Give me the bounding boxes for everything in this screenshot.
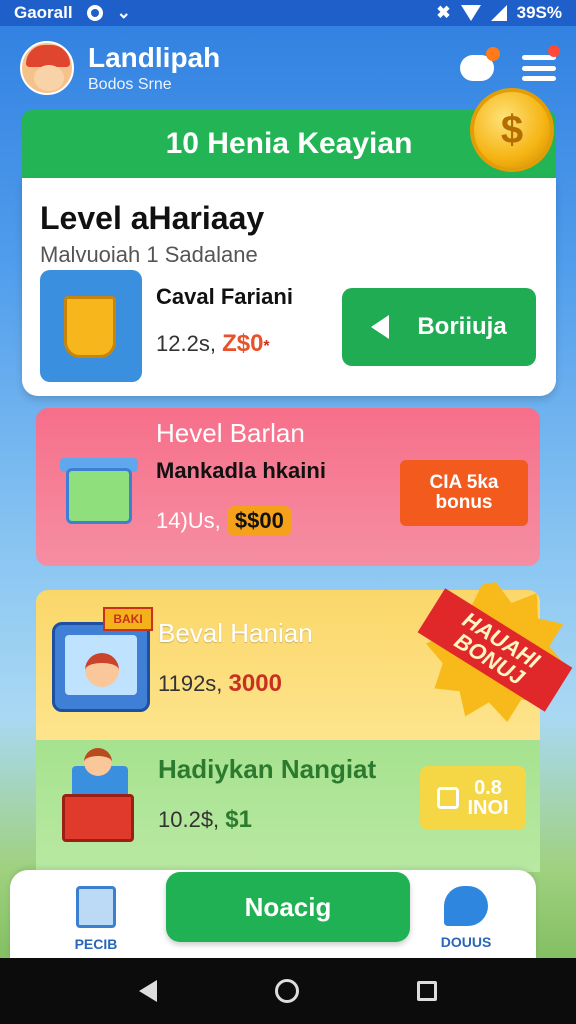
header-actions (460, 45, 560, 81)
system-nav-bar (0, 958, 576, 1024)
app-name: Landlipah (88, 42, 221, 73)
item-name: Mankadla hkaini (156, 458, 326, 483)
menu-icon[interactable] (522, 45, 560, 81)
status-bar: Gaorall ⌄ ✖ 39S% (0, 0, 576, 26)
bonus-badge-line2: bonus (435, 492, 493, 513)
item-price: 3000 (228, 670, 282, 697)
tablet-thumbnail-icon: BAKI (52, 607, 153, 712)
claim-button-label: Boriiuja (417, 313, 507, 340)
card-title: Hadiykan Nangiat (158, 754, 377, 784)
card-title: Level aHariaay (40, 200, 265, 236)
item-duration: 10.2$, (158, 807, 220, 832)
recents-icon[interactable] (417, 981, 437, 1001)
cup-thumbnail-icon (40, 270, 142, 382)
item-duration: 14)Us, (156, 508, 221, 533)
card-title: Beval Hanian (158, 618, 313, 648)
badge-line2: INOI (467, 797, 509, 819)
app-title-block: Landlipah Bodos Srne (88, 42, 220, 94)
app-subtitle: Bodos Srne (88, 76, 172, 93)
signal-icon (490, 5, 507, 21)
nav-item-left[interactable]: PECIB (50, 886, 142, 952)
claim-button[interactable]: Boriiuja (342, 288, 536, 366)
wifi-icon (460, 5, 481, 21)
item-price: Z$0 (222, 330, 264, 357)
coin-icon: $ (470, 88, 554, 172)
main-level-card: Level aHariaay Malvuoiah 1 Sadalane Cava… (22, 178, 556, 396)
chevron-down-icon: ⌄ (116, 3, 131, 22)
nav-left-label: PECIB (74, 936, 118, 952)
bonus-badge-line1: CIA 5ka (429, 472, 499, 494)
notification-icon (86, 5, 103, 21)
bonus-badge[interactable]: CIA 5ka bonus (400, 460, 528, 526)
center-cta-button[interactable]: Noacig (166, 872, 410, 942)
store-thumbnail-icon (54, 748, 152, 848)
nav-right-label: DOUUS (440, 934, 492, 950)
box-icon (76, 886, 116, 928)
avatar-cap (26, 45, 70, 67)
nav-item-right[interactable]: DOUUS (420, 886, 512, 950)
item-price: $1 (225, 806, 252, 833)
back-icon[interactable] (139, 980, 157, 1002)
item-name: Caval Fariani (156, 284, 293, 309)
green-level-card[interactable]: Hadiykan Nangiat 10.2$, $1 0.8 INOI (36, 740, 540, 872)
item-meta: 10.2$, $1 (158, 806, 252, 834)
carrier-label: Gaorall (14, 3, 73, 22)
green-badge[interactable]: 0.8 INOI (420, 766, 526, 830)
box-thumbnail-icon (56, 448, 148, 544)
card-title: Hevel Barlan (156, 418, 305, 448)
home-icon[interactable] (275, 979, 299, 1003)
bluetooth-icon: ✖ (436, 3, 451, 22)
arrow-left-icon (371, 315, 390, 339)
badge-line1: 0.8 (474, 777, 502, 799)
thumb-sign: BAKI (103, 607, 153, 631)
bubble-icon (444, 886, 488, 926)
chat-icon[interactable] (460, 47, 500, 81)
item-price-mark: * (263, 338, 270, 355)
avatar[interactable] (20, 41, 74, 95)
card-subtitle: Malvuoiah 1 Sadalane (40, 242, 258, 267)
item-price: $$00 (226, 506, 292, 536)
item-meta: 1192s, 3000 (158, 670, 282, 698)
pink-level-card[interactable]: Hevel Barlan Mankadla hkaini 14)Us, $$00… (36, 408, 540, 566)
gift-icon (437, 787, 460, 809)
item-duration: 12.2s, (156, 331, 216, 356)
avatar-face (34, 65, 64, 91)
item-meta: 12.2s, Z$0* (156, 330, 270, 358)
battery-label: 39S% (516, 3, 562, 22)
item-duration: 1192s, (158, 671, 223, 696)
item-meta: 14)Us, $$00 (156, 506, 292, 536)
